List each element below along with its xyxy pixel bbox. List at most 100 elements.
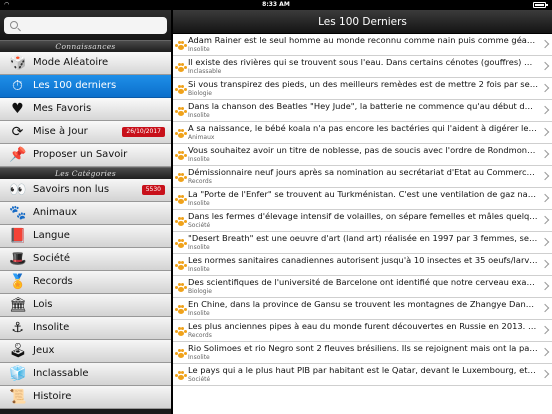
paw-icon: [175, 282, 187, 292]
paw-icon: [175, 260, 187, 270]
chevron-right-icon: [540, 149, 550, 159]
item-title: Adam Rainer est le seul homme au monde r…: [188, 35, 538, 45]
paw-icon: [175, 40, 187, 50]
sidebar-item-1[interactable]: 🎲 Mode Aléatoire: [0, 52, 171, 75]
chevron-right-icon: [540, 369, 550, 379]
list-item[interactable]: Rio Solimoes et rio Negro sont 2 fleuves…: [173, 342, 552, 364]
list-item[interactable]: Dans la chanson des Beatles "Hey Jude", …: [173, 100, 552, 122]
item-title: Si vous transpirez des pieds, un des mei…: [188, 79, 538, 89]
item-category: Biologie: [188, 90, 212, 97]
item-category: Records: [188, 178, 212, 185]
item-title: Le pays qui a le plus haut PIB par habit…: [188, 365, 538, 375]
paw-icon: [175, 128, 187, 138]
courthouse-icon: 🏛: [9, 297, 27, 313]
chevron-right-icon: [540, 127, 550, 137]
search-box[interactable]: [4, 17, 167, 34]
sidebar-item-3[interactable]: 📕 Langue: [0, 225, 171, 248]
section-header-categories: Les Catégories: [0, 167, 171, 179]
list-item[interactable]: Dans les fermes d'élevage intensif de vo…: [173, 210, 552, 232]
search-icon: [10, 21, 18, 29]
item-category: Animaux: [188, 134, 215, 141]
sidebar-item-label: Insolite: [33, 322, 70, 333]
sidebar-item-2[interactable]: 🐾 Animaux: [0, 202, 171, 225]
chevron-right-icon: [540, 215, 550, 225]
list-item[interactable]: En Chine, dans la province de Gansu se t…: [173, 298, 552, 320]
item-title: Des scientifiques de l'université de Bar…: [188, 277, 538, 287]
sidebar-item-1[interactable]: 👀 Savoirs non lus 5530: [0, 179, 171, 202]
sidebar-item-7[interactable]: ⚓ Insolite: [0, 317, 171, 340]
sidebar-item-8[interactable]: 🕹 Jeux: [0, 340, 171, 363]
item-category: Insolite: [188, 46, 210, 53]
item-category: Société: [188, 376, 211, 383]
sidebar-item-label: Jeux: [33, 345, 55, 356]
category-list: 👀 Savoirs non lus 5530 🐾 Animaux 📕 Langue 🎩 Soci…: [0, 179, 171, 409]
sidebar-item-3[interactable]: ♥ Mes Favoris: [0, 98, 171, 121]
paw-icon: [175, 348, 187, 358]
sidebar-item-10[interactable]: 📜 Histoire: [0, 386, 171, 409]
list-item[interactable]: "Desert Breath" est une oeuvre d'art (la…: [173, 232, 552, 254]
list-item[interactable]: Le pays qui a le plus haut PIB par habit…: [173, 364, 552, 386]
heart-icon: ♥: [11, 101, 24, 117]
list-item[interactable]: La "Porte de l'Enfer" se trouvent au Tur…: [173, 188, 552, 210]
item-title: A sa naissance, le bébé koala n'a pas en…: [188, 123, 538, 133]
paw-icon: [175, 370, 187, 380]
list-item[interactable]: Des scientifiques de l'université de Bar…: [173, 276, 552, 298]
sidebar-item-label: Mes Favoris: [33, 103, 92, 114]
item-title: Les plus anciennes pipes à eau du monde …: [188, 321, 538, 331]
battery-icon: [533, 2, 548, 8]
item-title: Dans la chanson des Beatles "Hey Jude", …: [188, 101, 538, 111]
chevron-right-icon: [540, 259, 550, 269]
item-title: Il existe des rivières qui se trouvent s…: [188, 57, 538, 67]
chevron-right-icon: [540, 61, 550, 71]
item-title: En Chine, dans la province de Gansu se t…: [188, 299, 538, 309]
medal-icon: 🏅: [9, 274, 27, 290]
list-item[interactable]: Adam Rainer est le seul homme au monde r…: [173, 34, 552, 56]
chevron-right-icon: [540, 325, 550, 335]
sidebar-item-4[interactable]: ⟳ Mise à Jour 26/10/2017: [0, 121, 171, 144]
item-category: Insolite: [188, 354, 210, 361]
menu-list: 🎲 Mode Aléatoire ⏱ Les 100 derniers ♥ Mes Fav…: [0, 52, 171, 167]
badge: 5530: [141, 185, 165, 195]
main-panel: Les 100 Derniers Adam Rainer est le seul…: [173, 10, 552, 414]
item-category: Insolite: [188, 244, 210, 251]
item-category: Inclassable: [188, 68, 222, 75]
section-header-knowledge: Connaissances: [0, 40, 171, 52]
sidebar-item-label: Mise à Jour: [33, 126, 88, 137]
item-category: Société: [188, 222, 211, 229]
list-item[interactable]: Démissionnaire neuf jours après sa nomin…: [173, 166, 552, 188]
item-title: Les normes sanitaires canadiennes autori…: [188, 255, 538, 265]
list-item[interactable]: A sa naissance, le bébé koala n'a pas en…: [173, 122, 552, 144]
anchor-icon: ⚓: [11, 320, 24, 336]
item-category: Insolite: [188, 310, 210, 317]
scroll-icon: 📜: [9, 389, 27, 405]
list-item[interactable]: Il existe des rivières qui se trouvent s…: [173, 56, 552, 78]
search-bar: [0, 10, 171, 40]
list-item[interactable]: Les normes sanitaires canadiennes autori…: [173, 254, 552, 276]
chevron-right-icon: [540, 105, 550, 115]
paw-icon: [175, 194, 187, 204]
list-item[interactable]: Les plus anciennes pipes à eau du monde …: [173, 320, 552, 342]
paw-icon: [175, 304, 187, 314]
chevron-right-icon: [540, 193, 550, 203]
paw-icon: 🐾: [9, 205, 27, 221]
item-title: Rio Solimoes et rio Negro sont 2 fleuves…: [188, 343, 538, 353]
pin-icon: 📌: [9, 147, 27, 163]
search-input[interactable]: [22, 18, 162, 32]
sidebar-item-label: Langue: [33, 230, 70, 241]
sidebar-item-label: Inclassable: [33, 368, 89, 379]
item-title: Démissionnaire neuf jours après sa nomin…: [188, 167, 538, 177]
sidebar-item-label: Savoirs non lus: [33, 184, 110, 195]
sidebar-item-4[interactable]: 🎩 Société: [0, 248, 171, 271]
list-item[interactable]: Si vous transpirez des pieds, un des mei…: [173, 78, 552, 100]
sidebar-item-6[interactable]: 🏛 Lois: [0, 294, 171, 317]
sidebar-item-5[interactable]: 🏅 Records: [0, 271, 171, 294]
list-item[interactable]: Vous souhaitez avoir un titre de nobless…: [173, 144, 552, 166]
hat-icon: 🎩: [9, 251, 27, 267]
cube-icon: 🧊: [9, 366, 27, 382]
sidebar-item-2[interactable]: ⏱ Les 100 derniers: [0, 75, 171, 98]
item-title: "Desert Breath" est une oeuvre d'art (la…: [188, 233, 538, 243]
sidebar-item-9[interactable]: 🧊 Inclassable: [0, 363, 171, 386]
sidebar: Connaissances 🎲 Mode Aléatoire ⏱ Les 100 de…: [0, 10, 172, 414]
sidebar-item-5[interactable]: 📌 Proposer un Savoir: [0, 144, 171, 167]
paw-icon: [175, 62, 187, 72]
